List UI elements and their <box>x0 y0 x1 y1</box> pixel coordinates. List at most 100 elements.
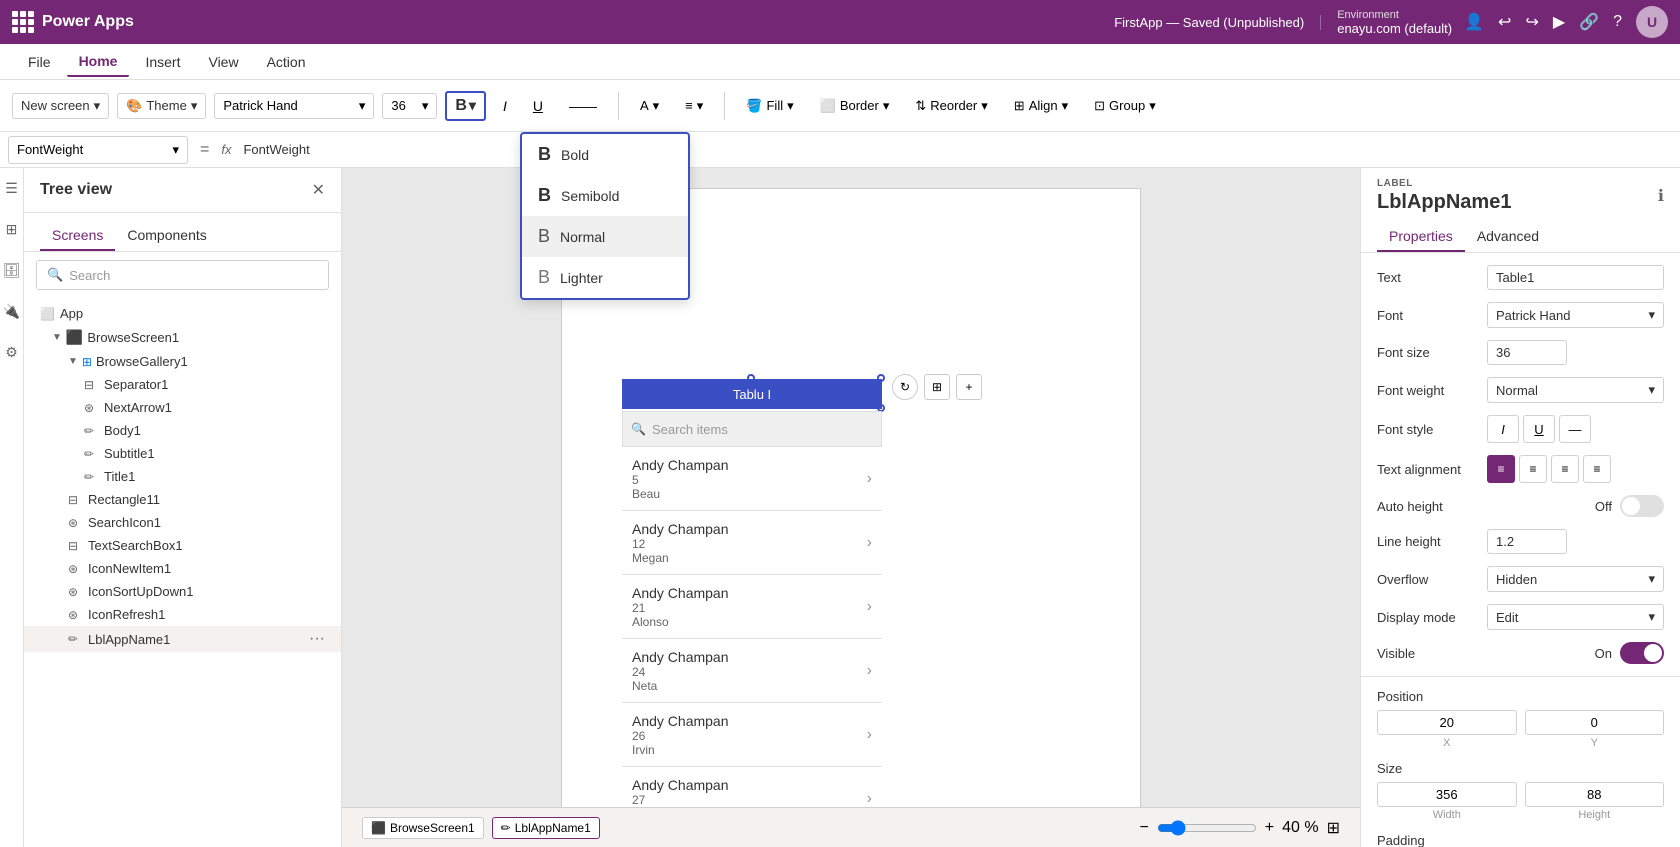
font-weight-prop-value[interactable]: Normal ▾ <box>1487 377 1664 403</box>
visible-toggle[interactable] <box>1620 642 1664 664</box>
auto-height-toggle[interactable] <box>1620 495 1664 517</box>
tree-tab-screens[interactable]: Screens <box>40 221 115 251</box>
play-icon[interactable]: ▶ <box>1553 12 1565 32</box>
menu-file[interactable]: File <box>16 48 63 76</box>
sidebar-menu-icon[interactable]: ☰ <box>1 176 22 201</box>
right-tab-advanced[interactable]: Advanced <box>1465 222 1551 252</box>
pos-x-input[interactable] <box>1377 710 1517 735</box>
list-num-3: 24 <box>632 665 729 679</box>
tree-item-iconnewitem[interactable]: ⊛ IconNewItem1 <box>24 557 341 580</box>
menu-action[interactable]: Action <box>255 48 318 76</box>
zoom-slider[interactable] <box>1157 820 1257 836</box>
lbl-tab[interactable]: ✏ LblAppName1 <box>492 817 600 839</box>
text-prop-value[interactable]: Table1 <box>1487 265 1664 290</box>
font-size-selector[interactable]: 36 ▾ <box>382 93 437 119</box>
list-row-2[interactable]: Andy Champan 21 Alonso › <box>622 575 882 639</box>
list-row-4[interactable]: Andy Champan 26 Irvin › <box>622 703 882 767</box>
person-add-icon[interactable]: 👤 <box>1464 12 1484 32</box>
menu-insert[interactable]: Insert <box>133 48 192 76</box>
bold-dropdown-button[interactable]: B ▾ <box>445 91 486 121</box>
zoom-out-button[interactable]: − <box>1139 819 1148 837</box>
bold-option-normal[interactable]: B Normal <box>522 216 688 257</box>
tree-tab-components[interactable]: Components <box>115 221 218 251</box>
pos-y-input[interactable] <box>1525 710 1665 735</box>
tree-item-separator[interactable]: ⊟ Separator1 <box>24 373 341 396</box>
display-mode-prop-value[interactable]: Edit ▾ <box>1487 604 1664 630</box>
fit-screen-button[interactable]: ⊞ <box>1327 818 1340 838</box>
tree-item-iconrefresh[interactable]: ⊛ IconRefresh1 <box>24 603 341 626</box>
font-selector[interactable]: Patrick Hand ▾ <box>214 93 374 119</box>
browse-screen-tab[interactable]: ⬛ BrowseScreen1 <box>362 817 484 839</box>
align-right-btn[interactable]: ≡ <box>1551 455 1579 483</box>
sidebar-data-icon[interactable]: 🗄 <box>0 258 24 283</box>
list-row-1[interactable]: Andy Champan 12 Megan › <box>622 511 882 575</box>
list-row-3[interactable]: Andy Champan 24 Neta › <box>622 639 882 703</box>
list-row-0[interactable]: Andy Champan 5 Beau › <box>622 447 882 511</box>
tree-item-rectangle[interactable]: ⊟ Rectangle11 <box>24 488 341 511</box>
italic-style-btn[interactable]: I <box>1487 415 1519 443</box>
theme-button[interactable]: 🎨 Theme ▾ <box>117 93 206 119</box>
align-justify-btn[interactable]: ≡ <box>1583 455 1611 483</box>
italic-button[interactable]: I <box>494 93 516 119</box>
font-prop-value[interactable]: Patrick Hand ▾ <box>1487 302 1664 328</box>
help-icon[interactable]: ? <box>1613 13 1622 31</box>
sidebar-components-icon[interactable]: ⊞ <box>2 217 22 242</box>
menu-view[interactable]: View <box>196 48 250 76</box>
label-element[interactable]: Tablu I <box>622 379 882 409</box>
tree-item-searchicon[interactable]: ⊛ SearchIcon1 <box>24 511 341 534</box>
app-logo[interactable]: Power Apps <box>12 11 134 33</box>
tree-item-more-button[interactable]: ··· <box>309 630 325 648</box>
formula-input[interactable]: FontWeight <box>239 142 1672 157</box>
fill-button[interactable]: 🪣 Fill ▾ <box>737 93 802 119</box>
align-button[interactable]: ≡ ▾ <box>676 93 712 119</box>
add-control[interactable]: + <box>956 374 982 400</box>
share-icon[interactable]: 🔗 <box>1579 12 1599 32</box>
font-color-button[interactable]: A ▾ <box>631 93 668 119</box>
sidebar-settings-icon[interactable]: ⚙ <box>1 340 22 365</box>
waffle-icon[interactable] <box>12 11 34 33</box>
undo-icon[interactable]: ↩ <box>1498 12 1511 32</box>
strikethrough-style-btn[interactable]: — <box>1559 415 1591 443</box>
align-left-btn[interactable]: ≡ <box>1487 455 1515 483</box>
tree-item-title[interactable]: ✏ Title1 <box>24 465 341 488</box>
help-info-icon[interactable]: ℹ <box>1658 186 1664 206</box>
tree-item-app[interactable]: ⬜ App <box>24 302 341 325</box>
right-tab-properties[interactable]: Properties <box>1377 222 1465 252</box>
redo-icon[interactable]: ↪ <box>1525 12 1538 32</box>
underline-button[interactable]: U <box>524 93 552 119</box>
width-input[interactable] <box>1377 782 1517 807</box>
reorder-button[interactable]: ⇅ Reorder ▾ <box>906 93 996 119</box>
sidebar-connections-icon[interactable]: 🔌 <box>0 299 24 324</box>
underline-style-btn[interactable]: U <box>1523 415 1555 443</box>
tree-item-subtitle[interactable]: ✏ Subtitle1 <box>24 442 341 465</box>
group-button[interactable]: ⊡ Group ▾ <box>1085 93 1165 119</box>
resize-control[interactable]: ⊞ <box>924 374 950 400</box>
tree-item-iconsort[interactable]: ⊛ IconSortUpDown1 <box>24 580 341 603</box>
height-input[interactable] <box>1525 782 1665 807</box>
tree-item-body-label: Body1 <box>104 423 141 438</box>
strikethrough-button[interactable]: —— <box>560 93 606 119</box>
tree-item-body[interactable]: ✏ Body1 <box>24 419 341 442</box>
bold-option-semibold[interactable]: B Semibold <box>522 175 688 216</box>
user-avatar[interactable]: U <box>1636 6 1668 38</box>
tree-item-nextarrow[interactable]: ⊛ NextArrow1 <box>24 396 341 419</box>
tree-item-textsearchbox[interactable]: ⊟ TextSearchBox1 <box>24 534 341 557</box>
align-pos-button[interactable]: ⊞ Align ▾ <box>1005 93 1077 119</box>
tree-item-browsegallery[interactable]: ▼ ⊞ BrowseGallery1 <box>24 350 341 373</box>
align-center-btn[interactable]: ≡ <box>1519 455 1547 483</box>
overflow-prop-value[interactable]: Hidden ▾ <box>1487 566 1664 592</box>
top-bar: Power Apps FirstApp — Saved (Unpublished… <box>0 0 1680 44</box>
zoom-in-button[interactable]: + <box>1265 819 1274 837</box>
menu-home[interactable]: Home <box>67 47 130 77</box>
bold-option-lighter[interactable]: B Lighter <box>522 257 688 298</box>
formula-selector[interactable]: FontWeight ▾ <box>8 136 188 164</box>
bold-option-bold[interactable]: B Bold <box>522 134 688 175</box>
tree-close-button[interactable]: ✕ <box>312 180 325 200</box>
line-height-prop-value[interactable]: 1.2 <box>1487 529 1567 554</box>
tree-item-browsescreen[interactable]: ▼ ⬛ BrowseScreen1 <box>24 325 341 350</box>
border-button[interactable]: ⬜ Border ▾ <box>811 93 899 119</box>
new-screen-button[interactable]: New screen ▾ <box>12 93 109 119</box>
rotate-control[interactable]: ↻ <box>892 374 918 400</box>
font-size-prop-value[interactable]: 36 <box>1487 340 1567 365</box>
tree-item-lblappname[interactable]: ✏ LblAppName1 ··· <box>24 626 341 652</box>
